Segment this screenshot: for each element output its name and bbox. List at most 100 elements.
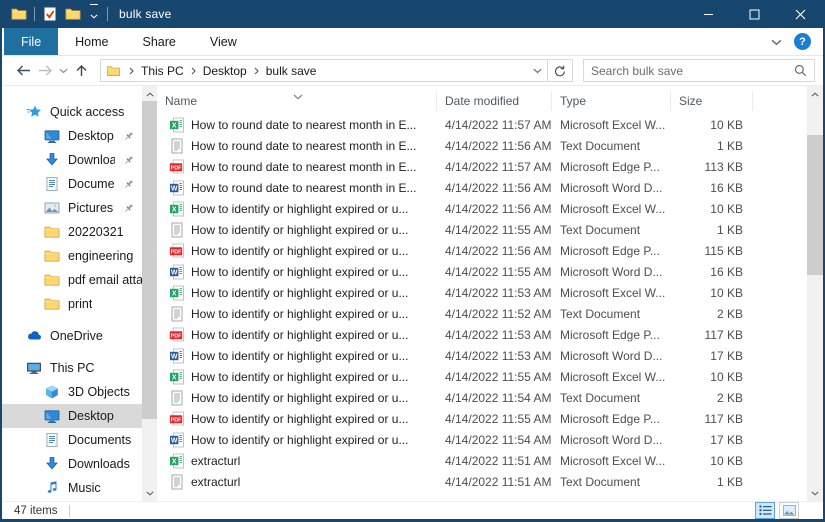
sidebar-item-label: pdf email attach (68, 273, 142, 287)
file-row[interactable]: X How to identify or highlight expired o… (157, 198, 807, 219)
pin-icon (123, 179, 134, 190)
file-row[interactable]: How to identify or highlight expired or … (157, 387, 807, 408)
file-type: Text Document (560, 474, 641, 489)
file-name-cell: W How to identify or highlight expired o… (157, 348, 437, 364)
tab-file[interactable]: File (4, 28, 59, 55)
sort-direction-icon[interactable] (293, 87, 303, 105)
pdf-file-icon: PDF (169, 327, 185, 343)
file-row[interactable]: PDF How to identify or highlight expired… (157, 240, 807, 261)
sidebar-item-pictures[interactable]: Pictures (2, 196, 142, 220)
scroll-up-icon[interactable] (807, 86, 823, 102)
file-row[interactable]: W How to round date to nearest month in … (157, 177, 807, 198)
documents-icon (44, 176, 60, 192)
maximize-button[interactable] (731, 0, 777, 28)
sidebar-item-desktop[interactable]: Desktop (2, 124, 142, 148)
thumbnails-view-button[interactable] (779, 502, 799, 519)
address-dropdown-button[interactable] (527, 60, 547, 81)
minimize-button[interactable] (685, 0, 731, 28)
file-row[interactable]: W How to identify or highlight expired o… (157, 429, 807, 450)
sidebar-item-20220321[interactable]: 20220321 (2, 220, 142, 244)
file-date: 4/14/2022 11:53 AM (445, 285, 552, 300)
sidebar-item-this-pc[interactable]: This PC (2, 356, 142, 380)
file-row[interactable]: PDF How to identify or highlight expired… (157, 408, 807, 429)
file-date: 4/14/2022 11:51 AM (445, 453, 552, 468)
file-row[interactable]: PDF How to round date to nearest month i… (157, 156, 807, 177)
svg-text:PDF: PDF (171, 333, 182, 339)
file-type: Microsoft Excel W... (560, 117, 666, 132)
file-row[interactable]: extracturl 4/14/2022 11:51 AM Text Docum… (157, 471, 807, 492)
up-button[interactable] (70, 60, 92, 82)
sidebar-item-downloads[interactable]: Downloads (2, 452, 142, 476)
file-row[interactable]: PDF How to identify or highlight expired… (157, 324, 807, 345)
file-size: 117 KB (704, 411, 743, 426)
details-view-button[interactable] (755, 502, 775, 519)
text-file-icon (169, 474, 185, 490)
qat-customize-button[interactable] (88, 4, 100, 24)
file-row[interactable]: X How to round date to nearest month in … (157, 114, 807, 135)
file-name: extracturl (191, 453, 241, 468)
qat-new-folder-icon[interactable] (65, 6, 81, 22)
help-button[interactable]: ? (794, 33, 811, 50)
file-row[interactable]: W How to identify or highlight expired o… (157, 261, 807, 282)
file-row[interactable]: X How to identify or highlight expired o… (157, 282, 807, 303)
pin-icon (123, 203, 134, 214)
tab-view[interactable]: View (193, 28, 254, 55)
svg-text:W: W (171, 269, 178, 276)
sidebar-item-desktop[interactable]: Desktop (2, 404, 142, 428)
column-header-type[interactable]: Type (552, 91, 671, 111)
sidebar-item-3d-objects[interactable]: 3D Objects (2, 380, 142, 404)
file-name: How to identify or highlight expired or … (191, 411, 409, 426)
file-name-cell: W How to identify or highlight expired o… (157, 264, 437, 280)
file-row[interactable]: How to round date to nearest month in E.… (157, 135, 807, 156)
file-row[interactable]: How to identify or highlight expired or … (157, 219, 807, 240)
file-name: How to round date to nearest month in E.… (191, 138, 417, 153)
qat-properties-icon[interactable] (42, 6, 58, 22)
scroll-up-icon[interactable] (142, 86, 157, 102)
address-bar[interactable]: This PC Desktop bulk save (100, 59, 548, 82)
ribbon-tabs: File Home Share View (4, 28, 254, 55)
sidebar-item-quick-access[interactable]: Quick access (2, 100, 142, 124)
tab-home[interactable]: Home (58, 28, 125, 55)
file-name: How to identify or highlight expired or … (191, 222, 409, 237)
ribbon-expand-button[interactable] (771, 33, 782, 51)
close-button[interactable] (777, 0, 823, 28)
sidebar-item-music[interactable]: Music (2, 476, 142, 500)
file-row[interactable]: W How to identify or highlight expired o… (157, 345, 807, 366)
list-scrollbar[interactable] (807, 86, 823, 501)
list-scroll-thumb[interactable] (807, 135, 823, 275)
breadcrumb-item[interactable]: Desktop (200, 64, 250, 78)
search-icon[interactable] (794, 64, 814, 77)
back-button[interactable] (12, 60, 34, 82)
sidebar-item-print[interactable]: print (2, 292, 142, 316)
file-row[interactable]: How to identify or highlight expired or … (157, 303, 807, 324)
column-header-size[interactable]: Size (671, 91, 753, 111)
sidebar-item-onedrive[interactable]: OneDrive (2, 324, 142, 348)
scroll-down-icon[interactable] (807, 485, 823, 501)
tab-share[interactable]: Share (126, 28, 193, 55)
sidebar-item-documents[interactable]: Documents (2, 172, 142, 196)
refresh-button[interactable] (548, 59, 573, 82)
file-row[interactable]: X How to identify or highlight expired o… (157, 366, 807, 387)
file-row[interactable]: X extracturl 4/14/2022 11:51 AM Microsof… (157, 450, 807, 471)
recent-locations-button[interactable] (56, 60, 70, 82)
file-date: 4/14/2022 11:54 AM (445, 390, 552, 405)
sidebar-scrollbar[interactable] (142, 86, 157, 501)
forward-button[interactable] (34, 60, 56, 82)
breadcrumb-item[interactable]: bulk save (263, 64, 320, 78)
sidebar-item-pdf-email-attach[interactable]: pdf email attach (2, 268, 142, 292)
window-controls (685, 0, 823, 28)
search-input[interactable] (584, 63, 794, 78)
excel-file-icon: X (169, 201, 185, 217)
sidebar-item-label: Documents (68, 433, 132, 447)
svg-text:X: X (172, 122, 177, 129)
sidebar-item-documents[interactable]: Documents (2, 428, 142, 452)
column-header-date-modified[interactable]: Date modified (437, 91, 552, 111)
chevron-down-icon (90, 6, 98, 24)
sidebar-item-downloads[interactable]: Downloads (2, 148, 142, 172)
sidebar-item-engineering[interactable]: engineering (2, 244, 142, 268)
breadcrumb-item[interactable]: This PC (138, 64, 187, 78)
scroll-down-icon[interactable] (142, 485, 157, 501)
file-type: Microsoft Excel W... (560, 369, 666, 384)
sidebar-scroll-thumb[interactable] (142, 101, 157, 419)
titlebar: bulk save (2, 0, 823, 28)
